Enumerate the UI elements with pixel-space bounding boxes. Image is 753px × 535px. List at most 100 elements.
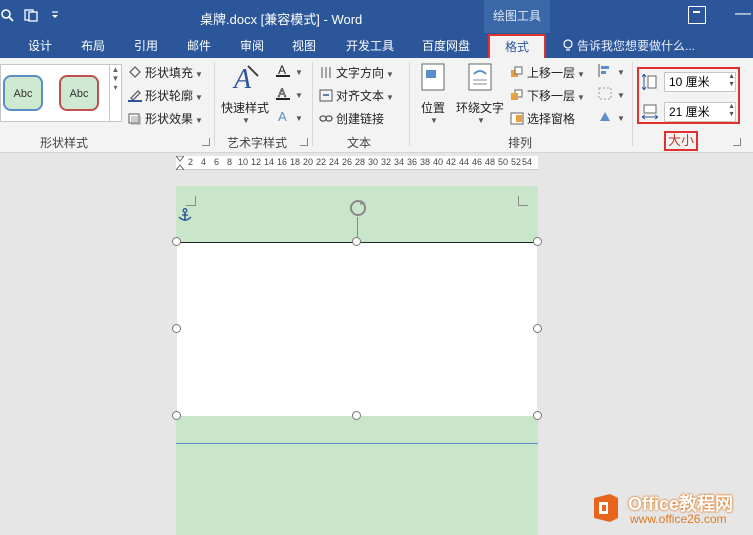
tell-me-text: 告诉我您想要做什么... [577, 39, 696, 53]
selection-pane-icon [510, 112, 524, 125]
wordart-styles-group-label: 艺术字样式 [227, 136, 288, 150]
send-backward-button[interactable]: 下移一层 ▼ [510, 87, 585, 104]
shape-height-input[interactable]: 10 厘米 [664, 72, 736, 92]
paint-bucket-icon [129, 66, 141, 78]
wordart-dialog-launcher[interactable] [300, 138, 308, 146]
height-spinner[interactable]: ▲ ▼ [728, 73, 735, 89]
wrap-text-button[interactable]: 环绕文字 ▼ [454, 62, 506, 125]
text-fill-button[interactable]: A ▼ [276, 64, 303, 78]
shape-outline-button[interactable]: 形状轮廓 ▼ [128, 87, 203, 104]
ruler-tick: 20 [303, 157, 314, 167]
resize-handle[interactable] [172, 237, 181, 246]
link-icon [319, 115, 333, 122]
text-direction-button[interactable]: 文字方向 ▼ [319, 64, 394, 81]
ruler-tick: 12 [251, 157, 262, 167]
rotate-objects-button[interactable]: ▼ [598, 110, 625, 124]
rotate-handle-icon[interactable] [348, 198, 368, 218]
print-preview-icon[interactable] [0, 8, 14, 22]
ruler-tick: 2 [188, 157, 194, 167]
group-separator [312, 62, 313, 146]
shape-width-icon [642, 104, 658, 120]
tab-view[interactable]: 视图 [292, 37, 316, 54]
resize-handle[interactable] [533, 324, 542, 333]
rotate-icon [600, 112, 610, 121]
chevron-down-icon: ▼ [430, 116, 438, 125]
ribbon-tab-bar: 设计 布局 引用 邮件 审阅 视图 开发工具 百度网盘 格式 告诉我您想要做什么… [0, 33, 753, 58]
shape-style-preset-blue[interactable]: Abc [3, 75, 43, 111]
resize-handle[interactable] [533, 411, 542, 420]
drawing-tools-context-label: 绘图工具 [484, 0, 550, 33]
position-button[interactable]: 位置 ▼ [415, 62, 451, 125]
bring-forward-label: 上移一层 [527, 66, 576, 80]
shape-height-field[interactable]: 10 厘米 ▲ ▼ [642, 72, 737, 92]
send-backward-icon [511, 89, 523, 100]
tab-mailings[interactable]: 邮件 [187, 37, 211, 54]
horizontal-ruler[interactable]: 2 4 6 8 10 12 14 16 18 20 22 24 26 28 30… [176, 156, 538, 170]
bring-forward-button[interactable]: 上移一层 ▼ [510, 64, 585, 81]
text-fill-icon: A [276, 64, 290, 77]
watermark-url: www.office26.com [630, 512, 727, 526]
ruler-tick: 18 [290, 157, 301, 167]
tab-developer[interactable]: 开发工具 [346, 37, 394, 54]
create-link-button[interactable]: 创建链接 [319, 110, 384, 127]
align-text-button[interactable]: 对齐文本 ▼ [319, 87, 394, 104]
tab-design[interactable]: 设计 [28, 37, 52, 54]
text-effects-button[interactable]: A ▼ [276, 110, 303, 124]
ruler-tick: 22 [316, 157, 327, 167]
shape-style-preset-red[interactable]: Abc [59, 75, 99, 111]
group-objects-button[interactable]: ▼ [598, 87, 625, 101]
minimize-icon[interactable]: — [735, 6, 751, 22]
shape-effects-button[interactable]: 形状效果 ▼ [128, 110, 203, 127]
quick-styles-button[interactable]: A 快速样式 ▼ [220, 62, 270, 125]
tell-me-search[interactable]: 告诉我您想要做什么... [563, 37, 695, 54]
selected-shape[interactable] [177, 242, 537, 416]
page-background-bottom [176, 416, 538, 535]
shape-style-gallery: Abc Abc [0, 64, 110, 122]
tab-review[interactable]: 审阅 [240, 37, 264, 54]
width-spinner[interactable]: ▲ ▼ [728, 103, 735, 119]
resize-handle[interactable] [172, 411, 181, 420]
ruler-tick: 40 [433, 157, 444, 167]
title-bar: 桌牌.docx [兼容模式] - Word 绘图工具 — [0, 0, 753, 33]
create-link-label: 创建链接 [336, 112, 385, 126]
anchor-icon[interactable] [178, 208, 192, 222]
tab-layout[interactable]: 布局 [81, 37, 105, 54]
tab-baidu-netdisk[interactable]: 百度网盘 [422, 37, 470, 54]
ribbon-display-options-icon[interactable] [688, 6, 706, 24]
ruler-tick: 10 [238, 157, 249, 167]
shape-styles-group-label: 形状样式 [40, 136, 89, 150]
ruler-tick: 52 [511, 157, 522, 167]
size-group-label: 大小 [664, 131, 698, 151]
shape-width-input[interactable]: 21 厘米 [664, 102, 736, 122]
align-objects-button[interactable]: ▼ [598, 64, 625, 78]
customize-qat-icon[interactable] [48, 8, 62, 22]
ruler-tick: 54 [522, 157, 533, 167]
shape-width-field[interactable]: 21 厘米 ▲ ▼ [642, 102, 737, 122]
resize-handle[interactable] [533, 237, 542, 246]
selection-pane-button[interactable]: 选择窗格 [510, 110, 575, 127]
size-dialog-launcher[interactable] [733, 138, 741, 146]
ruler-tick: 24 [329, 157, 340, 167]
shape-height-icon [642, 74, 657, 90]
ruler-tick: 30 [368, 157, 379, 167]
shape-fill-button[interactable]: 形状填充 ▼ [128, 64, 203, 81]
chevron-down-icon: ▼ [242, 116, 250, 125]
margin-corner-mark [518, 196, 528, 206]
gallery-scroll-buttons[interactable]: ▲ ▼ ▾ [110, 64, 122, 122]
resize-handle[interactable] [172, 324, 181, 333]
resize-handle[interactable] [352, 237, 361, 246]
align-objects-icon [598, 64, 609, 77]
ruler-tick: 6 [214, 157, 220, 167]
ruler-tick: 46 [472, 157, 483, 167]
shape-styles-dialog-launcher[interactable] [202, 138, 210, 146]
align-text-label: 对齐文本 [336, 89, 385, 103]
text-direction-label: 文字方向 [336, 66, 385, 80]
tab-references[interactable]: 引用 [134, 37, 158, 54]
text-outline-icon: A [276, 87, 290, 100]
resize-handle[interactable] [352, 411, 361, 420]
shape-fill-label: 形状填充 [145, 66, 194, 80]
indent-marker-icon[interactable] [176, 156, 184, 170]
tab-format[interactable]: 格式 [488, 34, 546, 58]
text-outline-button[interactable]: A ▼ [276, 87, 303, 101]
touch-mode-icon[interactable] [24, 8, 38, 22]
